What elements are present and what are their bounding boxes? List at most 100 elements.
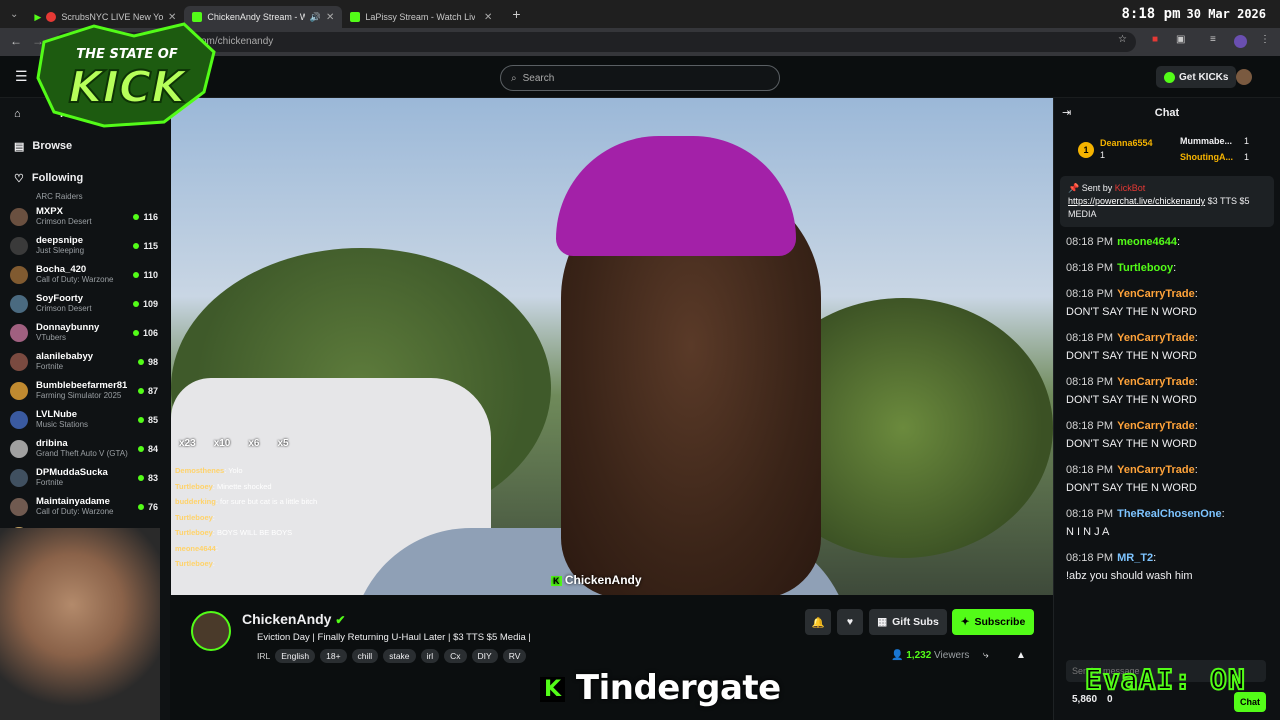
search-input[interactable]: ⌕ Search [500, 65, 780, 91]
tag[interactable]: DIY [471, 649, 498, 663]
star-icon[interactable]: ☆ [1118, 34, 1127, 45]
bell-icon: 🔔 [811, 616, 825, 629]
kick-watermark: K ChickenAndy [551, 573, 642, 587]
new-tab-button[interactable]: + [512, 6, 520, 22]
leader-name[interactable]: Deanna6554 [1100, 138, 1153, 148]
channel-name: Bocha_420 [36, 264, 87, 275]
hamburger-icon[interactable]: ☰ [15, 68, 28, 85]
chat-username[interactable]: YenCarryTrade [1117, 332, 1195, 344]
report-icon[interactable]: ▲ [1016, 650, 1026, 661]
purple-bandana [556, 136, 796, 256]
tag[interactable]: Cx [444, 649, 467, 663]
search-icon: ⌕ [511, 72, 517, 84]
video-player[interactable]: x23 x10 x6 x5 Demosthenes: Yolo Turtleboe… [171, 98, 1053, 595]
chat-username[interactable]: YenCarryTrade [1117, 420, 1195, 432]
share-icon[interactable]: ⤷ [983, 650, 989, 661]
channel-avatar [10, 468, 28, 487]
channel-name: SoyFoorty [36, 293, 83, 304]
overlay-chat-line: Turtleboey: Minette shocked [175, 479, 317, 495]
sidebar-channel[interactable]: MXPX Crimson Desert 116 [0, 202, 170, 231]
subscribe-button[interactable]: ✦ Subscribe [952, 609, 1034, 635]
tab-title: ScrubsNYC LIVE New York C [61, 12, 163, 22]
media-icon[interactable]: ≡ [1210, 34, 1216, 45]
profile-avatar[interactable] [1234, 35, 1247, 48]
chat-username[interactable]: YenCarryTrade [1117, 288, 1195, 300]
channel-text: alanilebabyy Fortnite [36, 351, 93, 372]
follow-heart-button[interactable]: ♥ [837, 609, 863, 635]
sidebar-channel[interactable]: Bocha_420 Call of Duty: Warzone 110 [0, 260, 170, 289]
tag[interactable]: chill [351, 649, 379, 663]
channel-viewers: 116 [133, 212, 158, 222]
partial-category: ARC Raiders [36, 192, 83, 201]
chat-username[interactable]: MR_T2 [1117, 552, 1153, 564]
leader-count: 1 [1100, 150, 1106, 160]
clock: 8:18 pm 30 Mar 2026 [1122, 6, 1267, 22]
tag[interactable]: English [275, 649, 316, 663]
chat-username[interactable]: YenCarryTrade [1117, 376, 1195, 388]
menu-icon[interactable]: ⋮ [1260, 34, 1270, 45]
leader-name[interactable]: ShoutingA... [1180, 152, 1233, 162]
collapse-chat-icon[interactable]: ⇥ [1062, 106, 1071, 119]
user-avatar[interactable] [1236, 69, 1252, 85]
channel-name[interactable]: ChickenAndy ✔ [242, 611, 345, 627]
chat-message: 08:18 PM MR_T2: !abz you should wash him [1054, 549, 1280, 585]
puzzle-icon[interactable]: ▣ [1176, 34, 1185, 45]
verified-icon: ✔ [335, 613, 346, 627]
chat-body: N I N J A [1066, 526, 1110, 538]
leader-name[interactable]: Mummabe... [1180, 136, 1232, 146]
tag[interactable]: irl [420, 649, 440, 663]
get-kicks-button[interactable]: Get KICKs [1156, 66, 1237, 88]
gift-subs-button[interactable]: ▦ Gift Subs [869, 609, 947, 635]
channel-category: Crimson Desert [36, 217, 92, 226]
overlay-chat-line: meone4644: [175, 541, 317, 557]
sidebar-channel[interactable]: alanilebabyy Fortnite 98 [0, 347, 170, 376]
sidebar-channel[interactable]: deepsnipe Just Sleeping 115 [0, 231, 170, 260]
chat-username[interactable]: TheRealChosenOne [1117, 508, 1222, 520]
overlay-chat-user: meone4644 [175, 543, 216, 553]
close-icon[interactable]: ✕ [484, 12, 492, 23]
multiplier-badge: x6 [248, 438, 260, 449]
chat-username[interactable]: Turtlebooy [1117, 262, 1173, 274]
kick-coin-icon [1164, 71, 1175, 83]
back-icon[interactable]: ← [10, 34, 22, 48]
close-icon[interactable]: ✕ [168, 12, 176, 23]
overlay-chat-text: : [212, 559, 215, 568]
close-icon[interactable]: ✕ [326, 12, 334, 23]
channel-viewers: 115 [133, 241, 158, 251]
tab-title: LaPissy Stream - Watch Live on [365, 12, 476, 22]
channel-avatar[interactable] [191, 611, 231, 651]
browser-tab-lapissy[interactable]: LaPissy Stream - Watch Live on ✕ [342, 6, 500, 28]
chat-username[interactable]: YenCarryTrade [1117, 464, 1195, 476]
sidebar-channel[interactable]: LVLNube Music Stations 85 [0, 405, 170, 434]
extension-icon[interactable]: ■ [1152, 34, 1158, 45]
channel-name: Maintainyadame [36, 496, 110, 507]
logo-line1: THE STATE OF [76, 47, 178, 62]
tag[interactable]: 18+ [320, 649, 347, 663]
tag[interactable]: RV [502, 649, 527, 663]
sidebar-channel[interactable]: Maintainyadame Call of Duty: Warzone 76 [0, 492, 170, 521]
chat-message: 08:18 PM YenCarryTrade: DON'T SAY THE N WO… [1054, 285, 1280, 321]
chat-timestamp: 08:18 PM [1066, 236, 1114, 248]
sidebar-item-browse[interactable]: ▤ Browse [0, 130, 170, 162]
pin-icon: 📌 [1068, 183, 1080, 193]
play-icon: ▶ [34, 11, 42, 22]
notification-bell-button[interactable]: 🔔 [805, 609, 831, 635]
chat-message: 08:18 PM YenCarryTrade: DON'T SAY THE N WO… [1054, 417, 1280, 453]
sidebar-channel[interactable]: SoyFoorty Crimson Desert 109 [0, 289, 170, 318]
sidebar-item-following[interactable]: ♡ Following [0, 162, 170, 194]
sidebar-channel[interactable]: Bumblebeefarmer81 Farming Simulator 2025 8… [0, 376, 170, 405]
speaker-icon[interactable]: 🔊 [310, 12, 321, 23]
state-of-kick-logo: THE STATE OF KICK [36, 22, 216, 128]
channel-category: Farming Simulator 2025 [36, 391, 122, 400]
watermark-text: ChickenAndy [564, 573, 642, 587]
sidebar-channel[interactable]: DPMuddaSucka Fortnite 83 [0, 463, 170, 492]
pinned-link[interactable]: https://powerchat.live/chickenandy [1068, 196, 1205, 206]
sidebar-channel[interactable]: dribina Grand Theft Auto V (GTA) 84 [0, 434, 170, 463]
kick-logo-icon: K [540, 677, 565, 702]
tag[interactable]: stake [383, 649, 416, 663]
leader-count: 1 [1244, 136, 1250, 146]
chat-username[interactable]: meone4644 [1117, 236, 1177, 248]
channel-category: Crimson Desert [36, 304, 92, 313]
tab-search-icon[interactable]: ⌄ [10, 9, 18, 20]
sidebar-channel[interactable]: Donnaybunny VTubers 106 [0, 318, 170, 347]
